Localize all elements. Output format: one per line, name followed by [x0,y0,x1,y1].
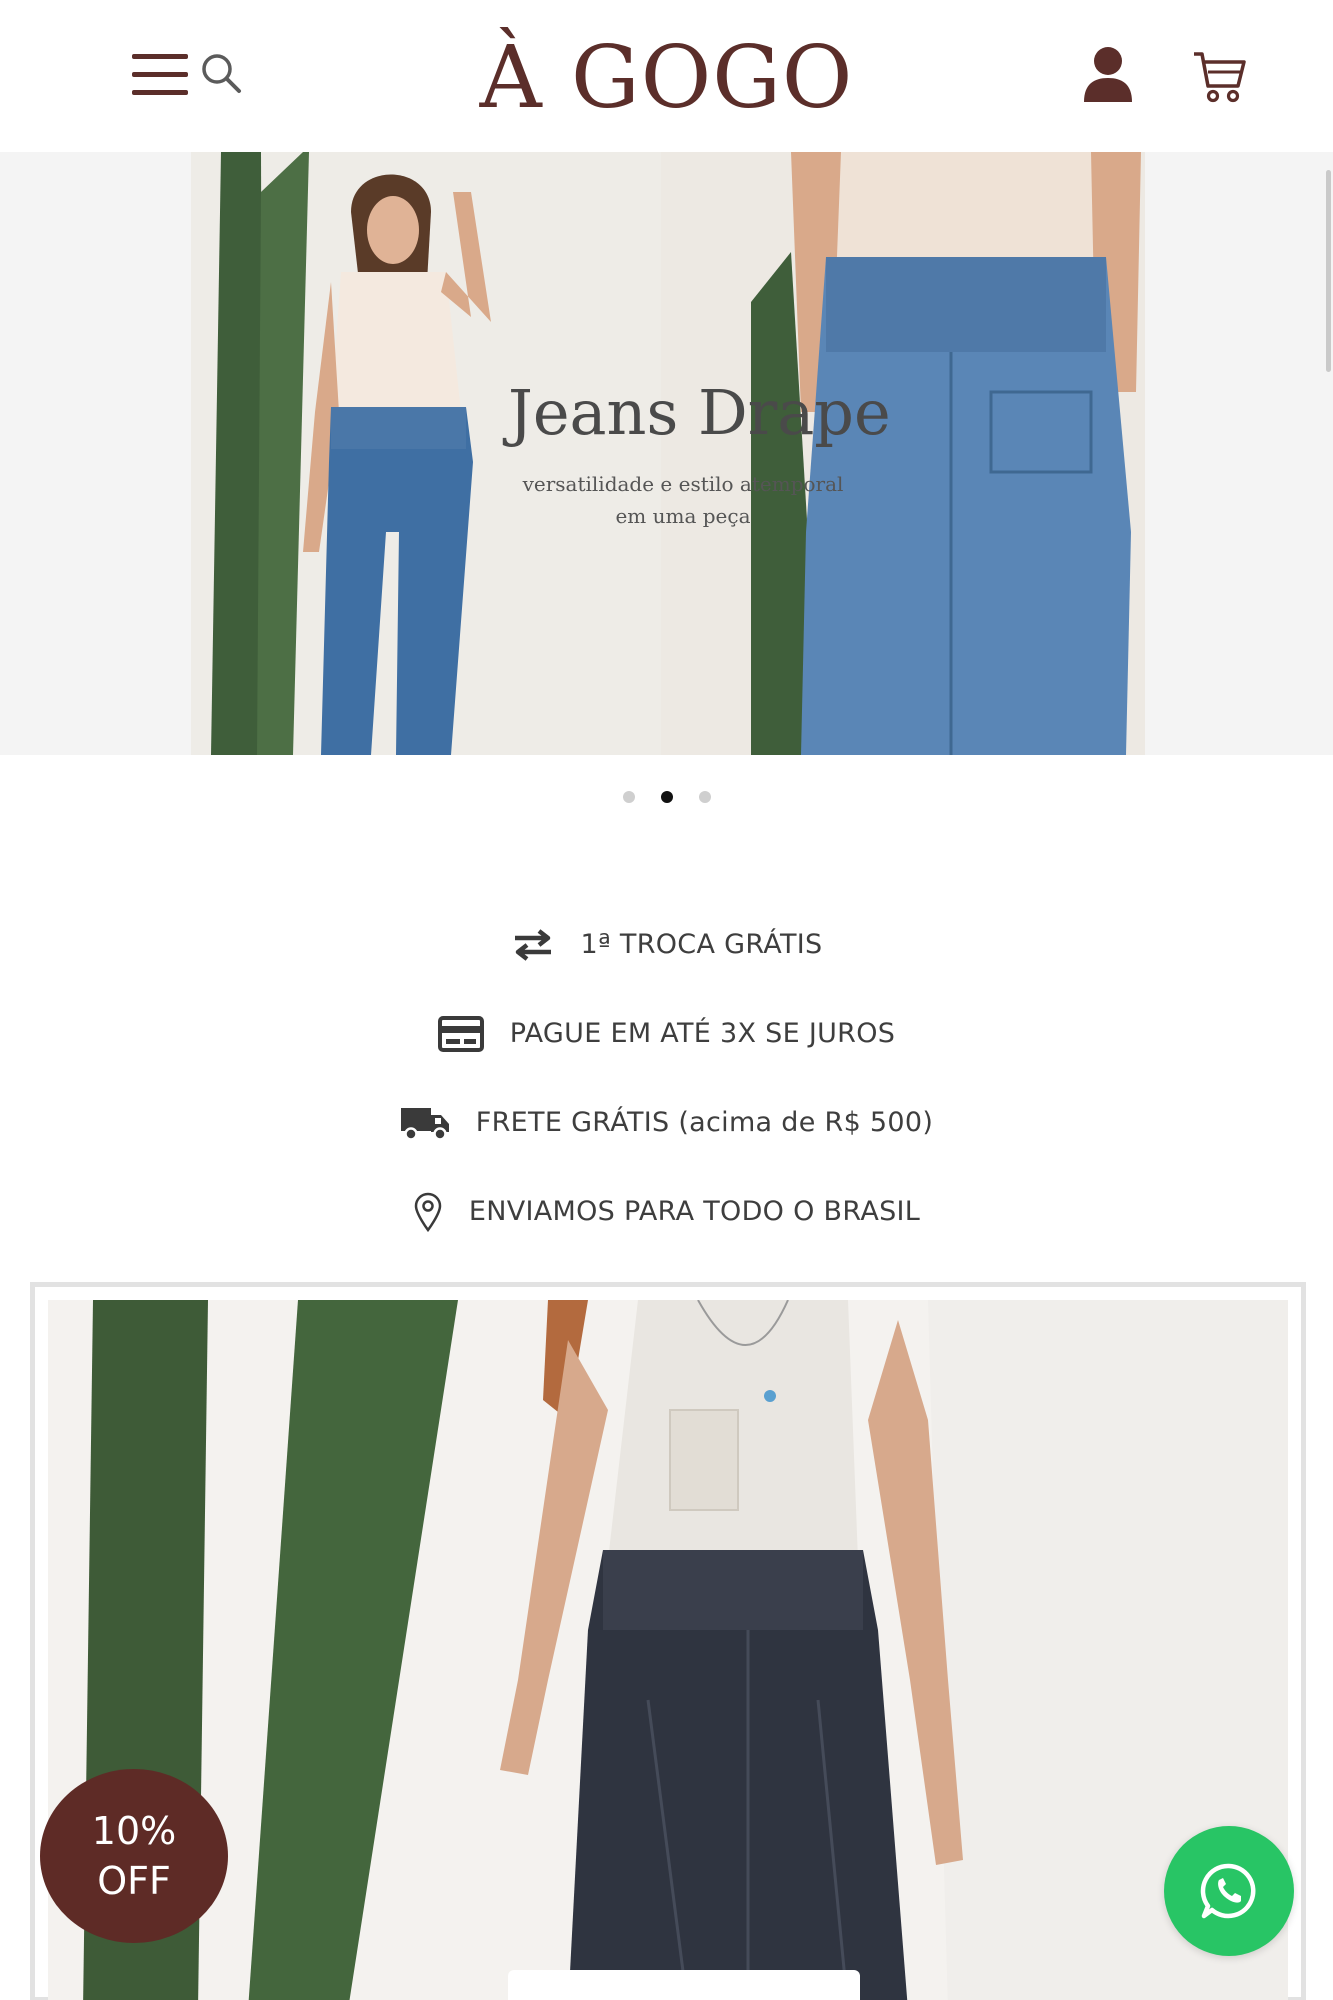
user-icon[interactable] [1082,46,1134,104]
carousel-dots [0,788,1333,808]
benefit-item: FRETE GRÁTIS (acima de R$ 500) [0,1078,1333,1167]
whatsapp-button[interactable] [1164,1826,1294,1956]
product-photo-illustration [48,1300,1288,2000]
banner-subtitle: versatilidade e estilo atemporal em uma … [498,468,868,532]
banner-subtitle-line-2: em uma peça [615,504,751,528]
exchange-arrows-icon [514,928,551,961]
benefit-label: PAGUE EM ATÉ 3X SE JUROS [509,1018,896,1049]
shopping-cart-icon[interactable] [1192,48,1248,104]
banner-title: Jeans Drape [508,376,891,449]
carousel-dot-2[interactable] [660,791,673,803]
site-header: À GOGO [0,0,1333,152]
benefit-label: FRETE GRÁTIS (acima de R$ 500) [475,1107,934,1138]
discount-off: OFF [97,1859,171,1903]
hero-banner-image: Jeans Drape versatilidade e estilo atemp… [191,152,1145,755]
banner-subtitle-line-1: versatilidade e estilo atemporal [522,472,844,496]
discount-badge[interactable]: 10% OFF [40,1769,228,1943]
carousel-dot-3[interactable] [698,791,711,803]
benefit-item: ENVIAMOS PARA TODO O BRASIL [0,1167,1333,1256]
benefit-item: 1ª TROCA GRÁTIS [0,900,1333,989]
hero-banner[interactable]: Jeans Drape versatilidade e estilo atemp… [0,152,1333,755]
benefit-item: PAGUE EM ATÉ 3X SE JUROS [0,989,1333,1078]
scrollbar[interactable] [1326,170,1331,372]
product-image[interactable] [48,1300,1288,2000]
benefit-label: ENVIAMOS PARA TODO O BRASIL [468,1196,921,1227]
benefits-list: 1ª TROCA GRÁTIS PAGUE EM ATÉ 3X SE JUROS… [0,900,1333,1256]
product-action-tab[interactable] [508,1970,860,2000]
hero-photo-illustration [191,152,1145,755]
credit-card-icon [437,1015,484,1052]
discount-percent: 10% [91,1809,177,1853]
location-pin-icon [414,1192,442,1232]
benefit-label: 1ª TROCA GRÁTIS [580,929,823,960]
whatsapp-icon [1200,1863,1256,1919]
carousel-dot-1[interactable] [622,791,635,803]
delivery-truck-icon [400,1107,449,1141]
